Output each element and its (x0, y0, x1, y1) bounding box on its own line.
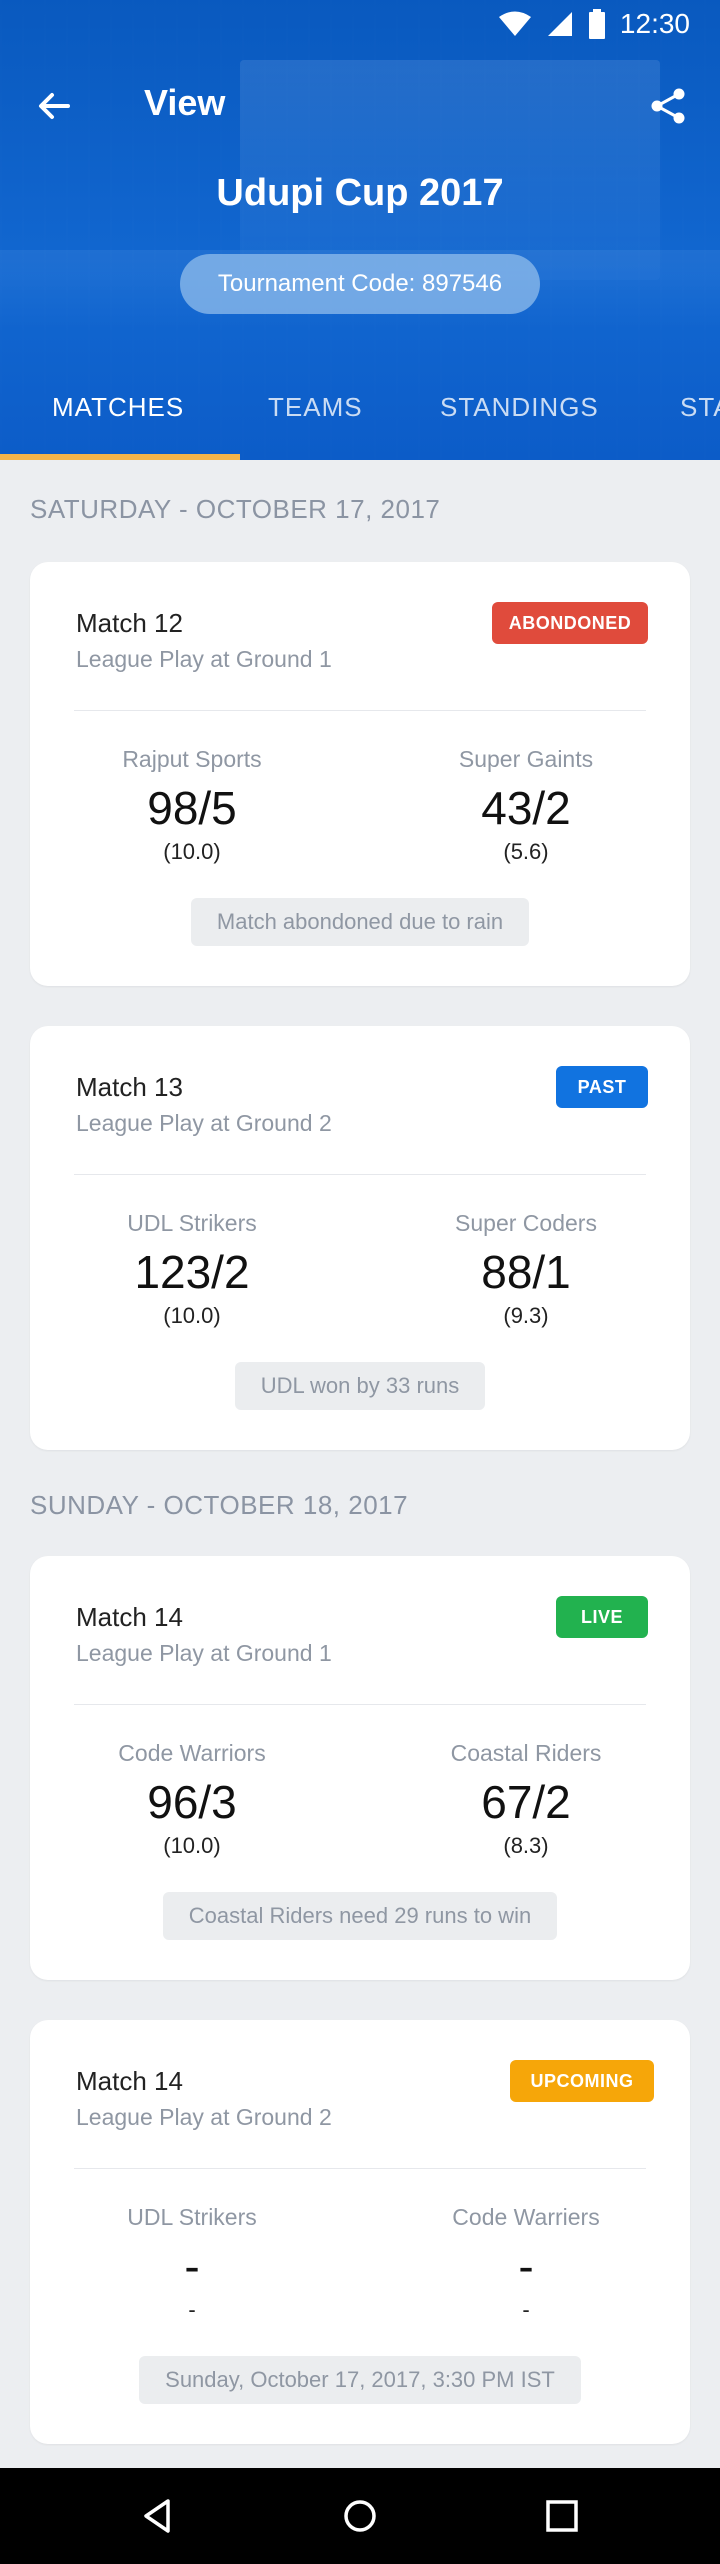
date-header: SATURDAY - OCTOBER 17, 2017 (30, 494, 441, 524)
team-name: Super Coders (455, 1210, 597, 1236)
team-score: 123/2 (134, 1246, 250, 1298)
card-divider (74, 1174, 646, 1175)
team-score: 96/3 (147, 1776, 237, 1828)
wifi-icon (498, 11, 531, 36)
status-badge: UPCOMING (510, 2060, 654, 2102)
status-badge: PAST (556, 1066, 648, 1108)
card-divider (74, 710, 646, 711)
team-overs: (10.0) (163, 1303, 221, 1328)
match-title: Match 12 (76, 608, 183, 638)
team-right: Super Gaints 43/2 (5.6) (416, 746, 636, 865)
battery-icon (588, 9, 605, 39)
team-name: UDL Strikers (127, 2204, 257, 2230)
tournament-title: Udupi Cup 2017 (216, 172, 504, 214)
team-left: Code Warriors 96/3 (10.0) (82, 1740, 302, 1859)
match-result: UDL won by 33 runs (234, 1362, 486, 1410)
team-name: Code Warriors (118, 1740, 266, 1766)
team-left: Rajput Sports 98/5 (10.0) (82, 746, 302, 865)
share-button[interactable] (646, 84, 690, 128)
match-title: Match 14 (76, 2066, 183, 2096)
team-overs: - (522, 2297, 530, 2322)
match-card[interactable]: Match 12 League Play at Ground 1 ABONDON… (30, 562, 690, 986)
tournament-code-pill[interactable]: Tournament Code: 897546 (180, 254, 540, 314)
team-name: Super Gaints (458, 746, 594, 772)
status-bar: 12:30 (0, 0, 720, 48)
team-overs: (9.3) (503, 1303, 549, 1328)
tournament-header: 12:30 View Udupi Cup 2017 Tournament Cod… (0, 0, 720, 460)
back-button[interactable] (32, 84, 76, 128)
tab-standings[interactable]: STANDINGS (440, 392, 599, 423)
match-title: Match 13 (76, 1072, 183, 1102)
team-score: 98/5 (147, 782, 237, 834)
match-card[interactable]: Match 14 League Play at Ground 1 LIVE Co… (30, 1556, 690, 1980)
tab-stats[interactable]: STA (680, 392, 720, 423)
date-header: SUNDAY - OCTOBER 18, 2017 (30, 1490, 409, 1520)
toolbar-title: View (144, 82, 226, 123)
team-overs: (10.0) (163, 1833, 221, 1858)
team-score: 43/2 (481, 782, 571, 834)
tab-teams[interactable]: TEAMS (268, 392, 363, 423)
tab-bar: MATCHES TEAMS STANDINGS STA (0, 376, 720, 460)
team-left: UDL Strikers - - (82, 2204, 302, 2323)
match-venue: League Play at Ground 2 (76, 1110, 332, 1136)
card-divider (74, 2168, 646, 2169)
match-title: Match 14 (76, 1602, 183, 1632)
team-score: - (518, 2240, 534, 2292)
team-right: Super Coders 88/1 (9.3) (416, 1210, 636, 1329)
team-overs: (5.6) (503, 839, 549, 864)
toolbar: View (0, 68, 720, 140)
team-overs: - (188, 2297, 196, 2322)
signal-icon (547, 12, 572, 36)
team-score: 88/1 (481, 1246, 571, 1298)
team-overs: (10.0) (163, 839, 221, 864)
match-venue: League Play at Ground 1 (76, 1640, 332, 1666)
team-name: Code Warriers (452, 2204, 600, 2230)
nav-recents-icon[interactable] (542, 2496, 582, 2536)
match-card[interactable]: Match 14 League Play at Ground 2 UPCOMIN… (30, 2020, 690, 2444)
team-name: UDL Strikers (127, 1210, 257, 1236)
tab-active-indicator (0, 454, 240, 460)
status-badge: LIVE (556, 1596, 648, 1638)
nav-back-icon[interactable] (138, 2496, 178, 2536)
team-score: 67/2 (481, 1776, 571, 1828)
match-card[interactable]: Match 13 League Play at Ground 2 PAST UD… (30, 1026, 690, 1450)
team-overs: (8.3) (503, 1833, 549, 1858)
card-divider (74, 1704, 646, 1705)
match-result: Match abondoned due to rain (190, 898, 530, 946)
team-right: Code Warriers - - (416, 2204, 636, 2323)
team-left: UDL Strikers 123/2 (10.0) (82, 1210, 302, 1329)
system-navigation-bar (0, 2468, 720, 2564)
team-score: - (184, 2240, 200, 2292)
match-venue: League Play at Ground 1 (76, 646, 332, 672)
match-result: Coastal Riders need 29 runs to win (162, 1892, 558, 1940)
status-time: 12:30 (619, 8, 690, 39)
team-right: Coastal Riders 67/2 (8.3) (416, 1740, 636, 1859)
tab-matches[interactable]: MATCHES (52, 392, 184, 423)
nav-home-icon[interactable] (340, 2496, 380, 2536)
arrow-left-icon (39, 93, 70, 119)
share-icon (651, 88, 685, 124)
team-name: Rajput Sports (122, 746, 262, 772)
match-venue: League Play at Ground 2 (76, 2104, 332, 2130)
team-name: Coastal Riders (450, 1740, 602, 1766)
status-badge: ABONDONED (492, 602, 648, 644)
match-result: Sunday, October 17, 2017, 3:30 PM IST (139, 2356, 581, 2404)
